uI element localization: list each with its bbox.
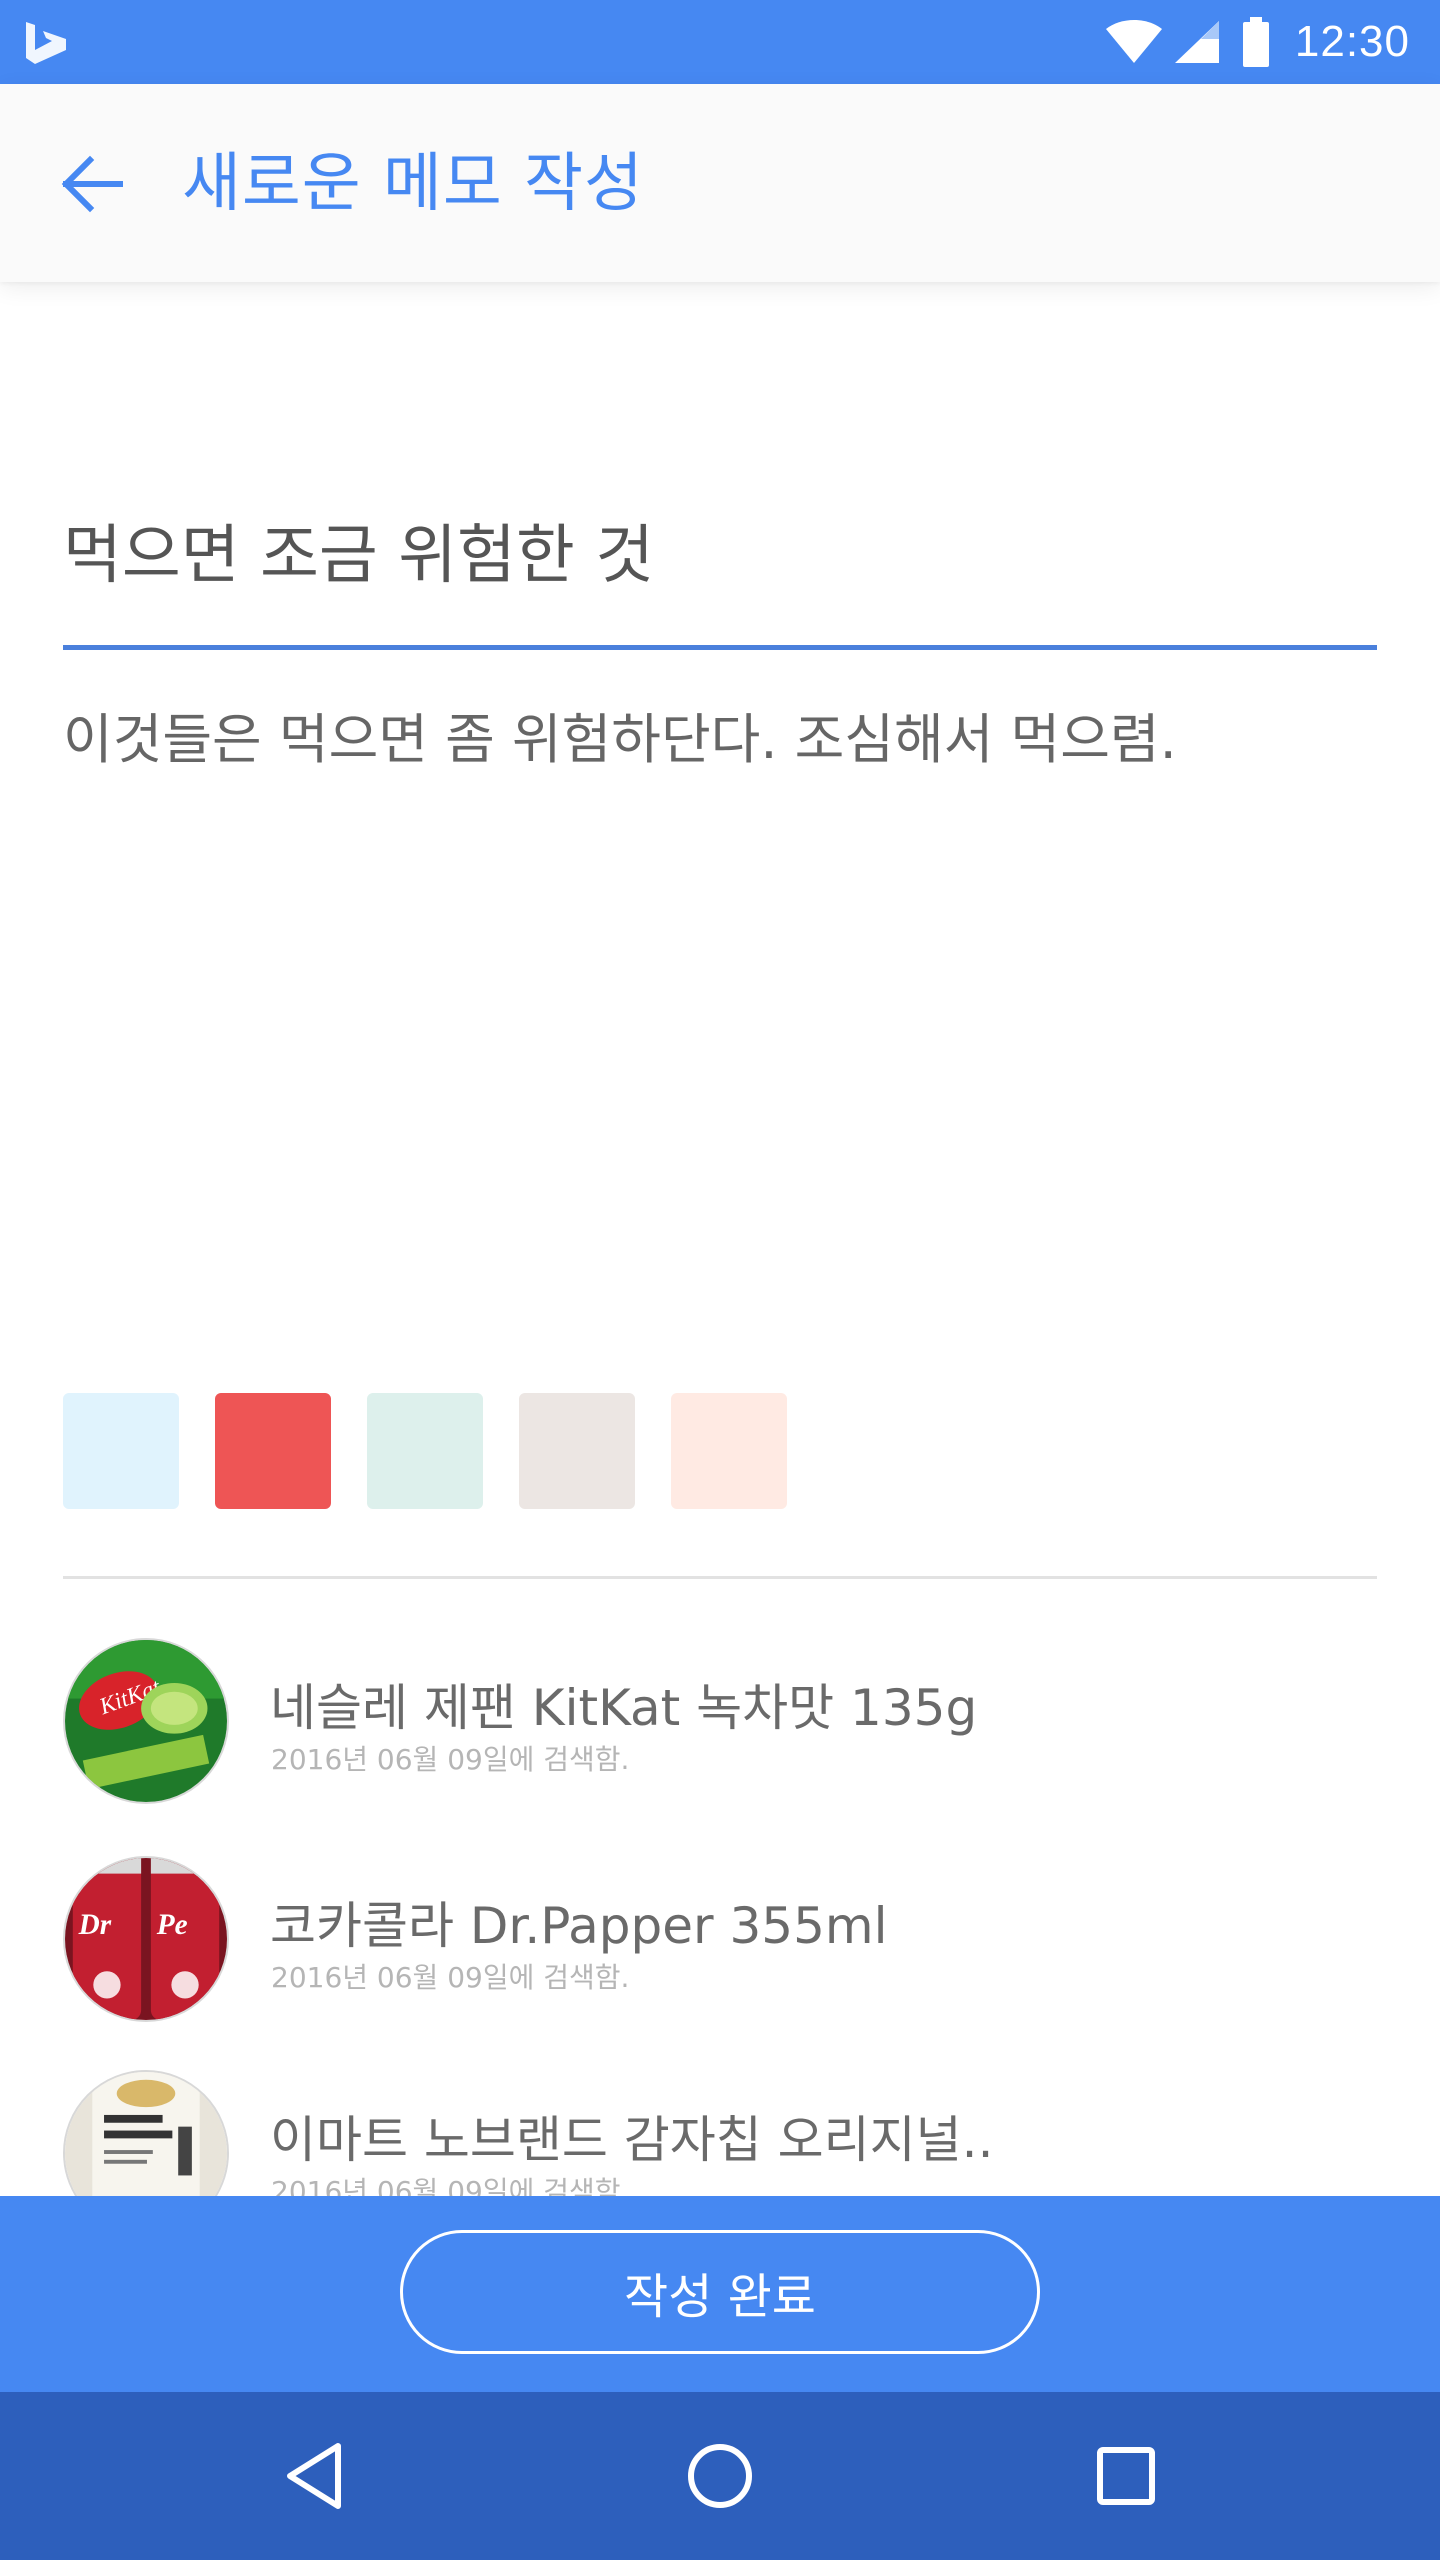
- nav-back-button[interactable]: [266, 2426, 366, 2526]
- memo-body-input[interactable]: 이것들은 먹으면 좀 위험하단다. 조심해서 먹으렴.: [63, 700, 1377, 1260]
- divider: [63, 1576, 1377, 1579]
- memo-title-field: [63, 470, 1377, 650]
- title-underline: [63, 645, 1377, 650]
- color-swatch-light-peach[interactable]: [671, 1393, 787, 1509]
- svg-text:Dr: Dr: [78, 1909, 112, 1941]
- product-name: 코카콜라 Dr.Papper 355ml: [270, 1897, 888, 1955]
- product-date: 2016년 06월 09일에 검색함.: [271, 1961, 630, 1994]
- nav-home-button[interactable]: [670, 2426, 770, 2526]
- recents-square-icon: [1097, 2447, 1155, 2505]
- product-name: 네슬레 제팬 KitKat 녹차맛 135g: [270, 1679, 978, 1737]
- product-list: KitKat 네슬레 제팬 KitKat 녹차맛 135g 2016년 06월 …: [0, 1600, 1440, 2196]
- status-icons: 12:30: [1105, 0, 1410, 84]
- back-button[interactable]: [46, 139, 136, 229]
- potato-chip-box-thumbnail: [63, 2070, 229, 2196]
- product-name: 이마트 노브랜드 감자칩 오리지널..: [270, 2111, 994, 2169]
- kitkat-matcha-thumbnail: KitKat: [63, 1638, 229, 1804]
- complete-button[interactable]: 작성 완료: [400, 2230, 1040, 2354]
- list-item[interactable]: KitKat 네슬레 제팬 KitKat 녹차맛 135g 2016년 06월 …: [63, 1638, 1377, 1808]
- home-circle-icon: [688, 2444, 752, 2508]
- color-swatch-light-gray[interactable]: [519, 1393, 635, 1509]
- memo-title-input[interactable]: [63, 500, 1377, 600]
- list-item[interactable]: 이마트 노브랜드 감자칩 오리지널.. 2016년 06월 09일에 검색함.: [63, 2070, 1377, 2196]
- color-swatch-red[interactable]: [215, 1393, 331, 1509]
- status-bar: 12:30: [0, 0, 1440, 84]
- wifi-icon: [1105, 20, 1162, 63]
- svg-text:Pe: Pe: [156, 1909, 188, 1941]
- navigation-bar: [0, 2392, 1440, 2560]
- color-swatch-light-blue[interactable]: [63, 1393, 179, 1509]
- list-item[interactable]: Dr Pe 코카콜라 Dr.Papper 355ml 2016년 06월 09일…: [63, 1856, 1377, 2026]
- bing-logo-icon: [26, 22, 66, 64]
- color-swatches: [63, 1393, 823, 1509]
- product-date: 2016년 06월 09일에 검색함.: [271, 2175, 630, 2196]
- nav-recents-button[interactable]: [1076, 2426, 1176, 2526]
- arrow-back-icon: [61, 155, 123, 213]
- color-swatch-mint[interactable]: [367, 1393, 483, 1509]
- cell-signal-icon: [1174, 21, 1219, 63]
- dr-pepper-can-thumbnail: Dr Pe: [63, 1856, 229, 2022]
- app-bar: 새로운 메모 작성: [0, 84, 1440, 282]
- status-time: 12:30: [1294, 17, 1410, 66]
- back-triangle-icon: [287, 2443, 341, 2509]
- product-date: 2016년 06월 09일에 검색함.: [271, 1743, 630, 1776]
- action-bar: 작성 완료: [0, 2196, 1440, 2392]
- battery-icon: [1242, 17, 1269, 67]
- page-title: 새로운 메모 작성: [182, 147, 644, 221]
